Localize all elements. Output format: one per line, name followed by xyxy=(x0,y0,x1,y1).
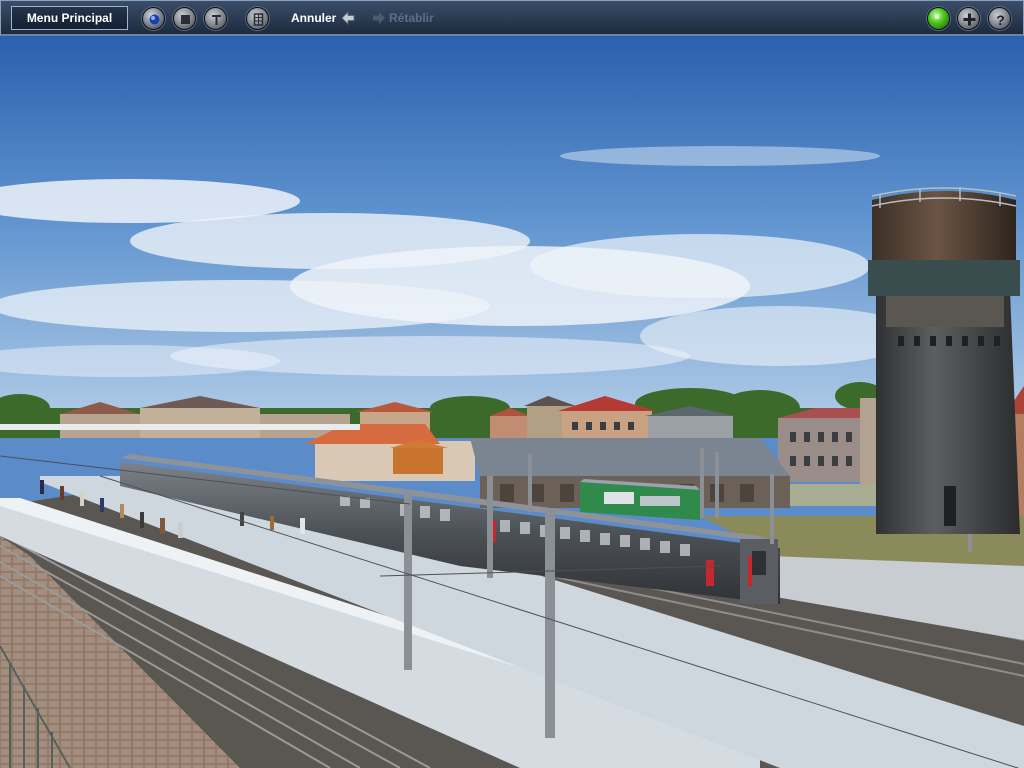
status-button[interactable] xyxy=(927,7,950,30)
redo-button[interactable]: Rétablir xyxy=(389,11,434,25)
stop-button[interactable] xyxy=(173,7,196,30)
add-icon xyxy=(963,13,976,26)
undo-button[interactable]: Annuler xyxy=(291,11,336,25)
help-button[interactable]: ? xyxy=(988,7,1011,30)
layers-button[interactable] xyxy=(246,7,269,30)
locomotive xyxy=(580,479,700,520)
undo-arrow-icon[interactable] xyxy=(340,10,356,26)
stop-icon xyxy=(181,15,190,24)
footbridge xyxy=(0,424,360,430)
main-menu-button[interactable]: Menu Principal xyxy=(11,6,128,30)
railway-3d-viewport[interactable] xyxy=(0,36,1024,768)
tools-button[interactable] xyxy=(204,7,227,30)
green-status-icon xyxy=(934,14,940,19)
top-toolbar: Menu Principal Annuler Rétablir ? xyxy=(0,0,1024,36)
redo-arrow-icon xyxy=(373,12,385,24)
svg-text:?: ? xyxy=(996,12,1005,28)
help-icon: ? xyxy=(996,12,1005,28)
low-wall xyxy=(790,484,880,506)
record-icon xyxy=(149,14,160,25)
wrench-icon xyxy=(212,15,221,25)
grid-icon xyxy=(253,13,264,26)
water-tower xyxy=(868,187,1020,534)
record-button[interactable] xyxy=(142,7,165,30)
add-button[interactable] xyxy=(957,7,980,30)
scene-canvas[interactable] xyxy=(0,36,1024,768)
